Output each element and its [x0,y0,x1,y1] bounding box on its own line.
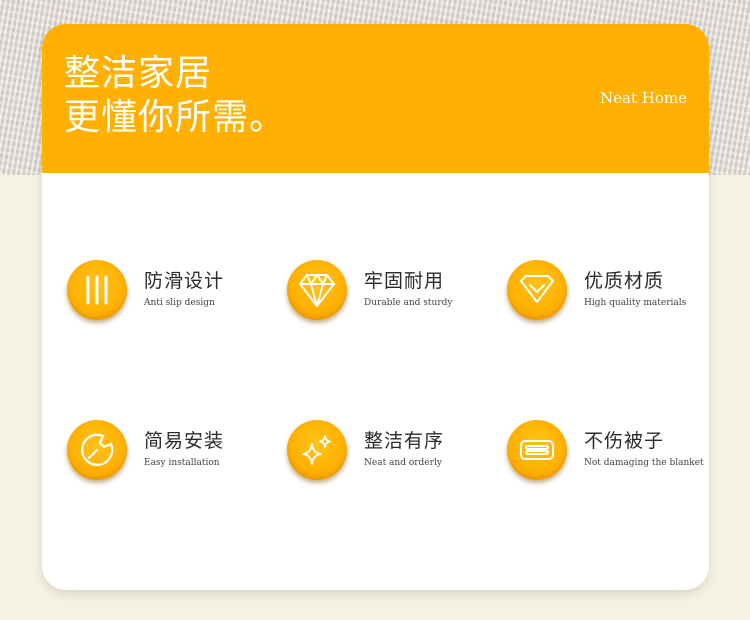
feature-title: 简易安装 [144,430,225,452]
headline-line-1: 整洁家居 [64,53,213,94]
sparkle-icon [287,420,347,480]
feature-subtitle: Durable and sturdy [364,298,453,308]
feature-title: 牢固耐用 [364,270,445,292]
anti-slip-icon [67,260,127,320]
diamond-icon [287,260,347,320]
feature-card: 整洁家居 更懂你所需。 Neat Home 防滑设计 Anti slip des… [42,24,709,590]
feature-subtitle: High quality materials [584,298,687,308]
card-header: 整洁家居 更懂你所需。 Neat Home [42,24,709,173]
headline-line-2: 更懂你所需。 [64,97,287,138]
feature-title: 优质材质 [584,270,665,292]
feature-durable: 牢固耐用 Durable and sturdy [287,260,497,324]
feature-no-damage: 不伤被子 Not damaging the blanket [507,420,709,484]
feature-subtitle: Anti slip design [144,298,215,308]
feature-subtitle: Easy installation [144,458,220,468]
feature-anti-slip: 防滑设计 Anti slip design [67,260,277,324]
feature-quality: 优质材质 High quality materials [507,260,709,324]
quality-gem-icon [507,260,567,320]
feature-title: 防滑设计 [144,270,225,292]
wrench-icon [67,420,127,480]
feature-neat-orderly: 整洁有序 Neat and orderly [287,420,497,484]
blanket-icon [507,420,567,480]
feature-subtitle: Not damaging the blanket [584,458,704,468]
feature-title: 整洁有序 [364,430,445,452]
feature-subtitle: Neat and orderly [364,458,442,468]
feature-title: 不伤被子 [584,430,665,452]
brand-name: Neat Home [600,89,687,107]
headline: 整洁家居 更懂你所需。 [64,52,286,140]
feature-easy-install: 简易安装 Easy installation [67,420,277,484]
